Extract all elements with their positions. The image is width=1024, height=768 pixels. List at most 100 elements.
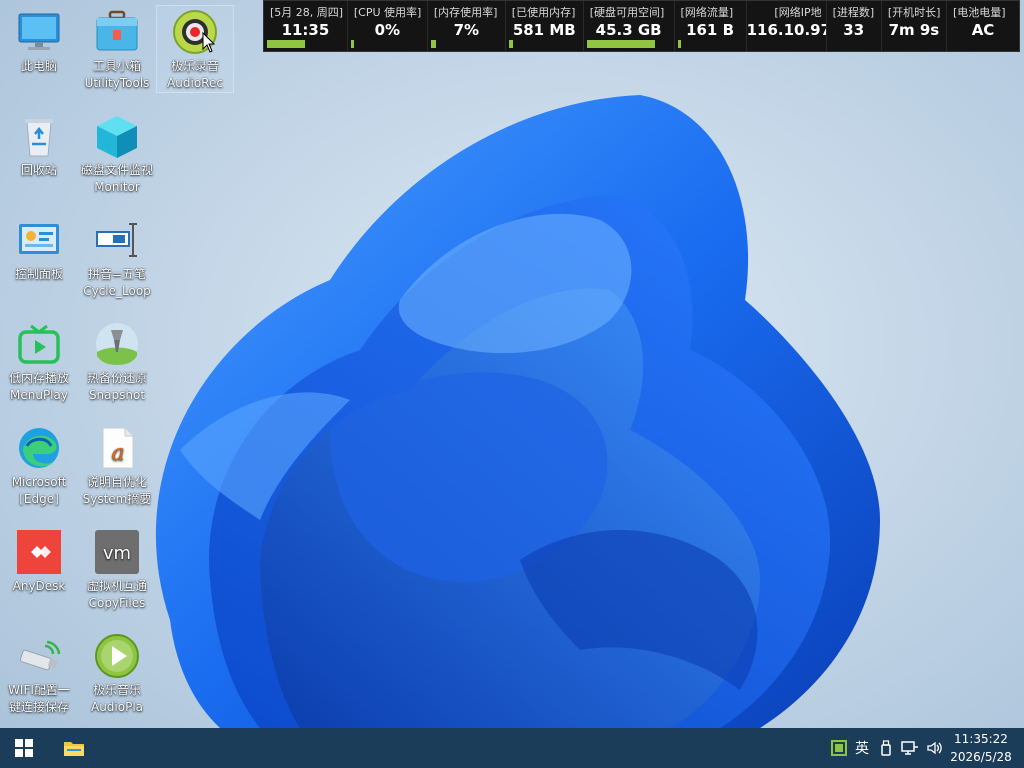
desktop-icon-snapshot[interactable]: 热备份还原 Snapshot: [79, 318, 155, 404]
monitor-app-tray-icon: [831, 740, 847, 756]
monitor-cell-uptime: [开机时长] 7m 9s: [882, 1, 947, 51]
desktop-icon-label: Microsoft: [11, 475, 67, 489]
document-icon: a: [102, 427, 134, 469]
usb-drive-icon: [881, 740, 891, 756]
control-panel-icon: [19, 224, 59, 254]
monitor-cell-label: [硬盘可用空间]: [589, 6, 665, 19]
desktop-icon-label: 虚拟机互通: [86, 579, 147, 593]
desktop-icon-label: 此电脑: [20, 59, 57, 73]
monitor-cell-label: [网络流量]: [680, 6, 734, 19]
desktop-icon-edge[interactable]: Microsoft [Edge]: [1, 422, 77, 508]
start-button[interactable]: [4, 728, 44, 768]
monitor-cell-ip: [网络IP地 116.10.97: [747, 1, 827, 51]
tray-network[interactable]: [899, 738, 921, 758]
monitor-cell-used-memory: [已使用内存] 581 MB: [506, 1, 584, 51]
monitor-cell-value: 161 B: [686, 21, 735, 39]
monitor-cell-label: [网络IP地: [774, 6, 822, 19]
desktop-icon-label-secondary: 键连接保存: [8, 700, 69, 714]
desktop-icon-anydesk[interactable]: AnyDesk: [1, 526, 77, 595]
desktop-icon-label: 控制面板: [14, 267, 63, 281]
input-method-icon: [96, 223, 137, 257]
desktop-icon-this-pc[interactable]: 此电脑: [1, 6, 77, 75]
desktop-icon-label-secondary: [Edge]: [19, 492, 59, 506]
desktop-icon-label-secondary: MenuPlay: [10, 388, 68, 402]
toolbox-icon: [96, 10, 138, 51]
monitor-cell-label: [内存使用率]: [433, 6, 498, 19]
desktop-icon-menuplay[interactable]: 低内存播放 MenuPlay: [1, 318, 77, 404]
monitor-cell-value: 7%: [453, 21, 480, 39]
tray-volume[interactable]: [924, 738, 946, 758]
desktop-icon-label: 拼音=五笔: [87, 267, 147, 281]
tray-usb-device[interactable]: [876, 738, 896, 758]
monitor-cell-memory-usage: [内存使用率] 7%: [428, 1, 506, 51]
monitor-cell-cpu: [CPU 使用率] 0%: [348, 1, 428, 51]
monitor-cell-meter: [267, 40, 305, 48]
desktop-icon-label: WIFI配置一: [8, 683, 70, 697]
monitor-cell-disk-free: [硬盘可用空间] 45.3 GB: [584, 1, 675, 51]
clock-date: 2026/5/28: [950, 750, 1012, 764]
desktop-icon-label: 低内存播放: [8, 371, 69, 385]
tray-monitor-app[interactable]: [828, 738, 850, 758]
monitor-cell-meter: [350, 40, 354, 48]
desktop-icon-label-secondary: CopyFiles: [88, 596, 146, 610]
clock-time: 11:35:22: [954, 732, 1008, 746]
desktop-icon-copyfiles[interactable]: vm 虚拟机互通 CopyFiles: [79, 526, 155, 612]
monitor-cell-network-traffic: [网络流量] 161 B: [675, 1, 747, 51]
svg-text:vm: vm: [103, 543, 131, 564]
desktop-icon-audiorec[interactable]: 极乐录音 AudioRec: [156, 5, 234, 93]
file-explorer-icon: [64, 742, 84, 756]
monitor-cell-meter: [586, 40, 655, 48]
desktop-icon-label-secondary: Monitor: [94, 180, 140, 194]
wifi-adapter-icon: [19, 640, 61, 671]
desktop-icon-disk-monitor[interactable]: 磁盘文件监视 Monitor: [79, 110, 155, 196]
music-player-icon: [95, 634, 139, 678]
desktop-icon-wifi-config[interactable]: WIFI配置一 键连接保存: [1, 630, 77, 716]
taskbar-file-explorer[interactable]: [54, 728, 94, 768]
recycle-bin-icon: [25, 119, 53, 157]
desktop-icon-label: AnyDesk: [12, 579, 66, 593]
monitor-cell-label: [开机时长]: [887, 6, 941, 19]
monitor-cell-value: 45.3 GB: [595, 21, 662, 39]
taskbar-clock[interactable]: 11:35:22 2026/5/28: [946, 730, 1016, 766]
snapshot-icon: [96, 323, 138, 365]
monitor-cell-meter: [508, 40, 513, 48]
monitor-cell-value: 581 MB: [512, 21, 576, 39]
monitor-cell-value: 116.10.97: [746, 21, 826, 39]
monitor-cell-value: 7m 9s: [888, 21, 940, 39]
desktop-icon-control-panel[interactable]: 控制面板: [1, 214, 77, 283]
desktop-icon-cycle-loop[interactable]: 拼音=五笔 Cycle_Loop: [79, 214, 155, 300]
desktop-icon-label-secondary: Snapshot: [88, 388, 146, 402]
disk-monitor-icon: [97, 116, 137, 158]
desktop-icon-label-secondary: Cycle_Loop: [83, 284, 151, 298]
desktop-icon-recycle-bin[interactable]: 回收站: [1, 110, 77, 179]
svg-text:a: a: [111, 441, 124, 466]
anydesk-icon: [17, 530, 61, 574]
desktop-icon-system-summary[interactable]: a 说明自优化 System摘要: [79, 422, 155, 508]
monitor-cell-value: AC: [971, 21, 995, 39]
speaker-volume-icon: [927, 741, 942, 755]
desktop-icon-label: 极乐音乐: [92, 683, 141, 697]
desktop-icon-utilitytools[interactable]: 工具小箱 UtilityTools: [79, 6, 155, 92]
desktop-icon-label-secondary: AudioPla: [90, 700, 144, 714]
monitor-cell-processes: [进程数] 33: [827, 1, 882, 51]
monitor-cell-meter: [430, 40, 436, 48]
monitor-cell-value: 33: [843, 21, 865, 39]
windows-start-icon: [15, 739, 33, 757]
monitor-cell-label: [电池电量]: [952, 6, 1006, 19]
monitor-cell-battery: [电池电量] AC: [947, 1, 1019, 51]
desktop-icon-label-secondary: UtilityTools: [84, 76, 150, 90]
taskbar: 英 11:35:22 2026/5/28: [0, 728, 1024, 768]
edge-browser-icon: [19, 428, 59, 468]
desktop-icon-label-secondary: System摘要: [82, 492, 152, 506]
system-monitor-bar: [5月 28, 周四] 11:35 [CPU 使用率] 0% [内存使用率] 7…: [263, 0, 1020, 52]
desktop-icon-label: 磁盘文件监视: [80, 163, 153, 177]
monitor-cell-meter: [677, 40, 681, 48]
tv-player-icon: [18, 324, 60, 364]
monitor-cell-label: [进程数]: [832, 6, 875, 19]
desktop-icon-audioplay[interactable]: 极乐音乐 AudioPla: [79, 630, 155, 716]
monitor-cell-value: 11:35: [281, 21, 330, 39]
this-pc-icon: [18, 13, 60, 50]
desktop-icon-label-secondary: AudioRec: [167, 76, 223, 90]
mouse-cursor-icon: [202, 32, 216, 53]
tray-language-indicator[interactable]: 英: [851, 738, 873, 758]
